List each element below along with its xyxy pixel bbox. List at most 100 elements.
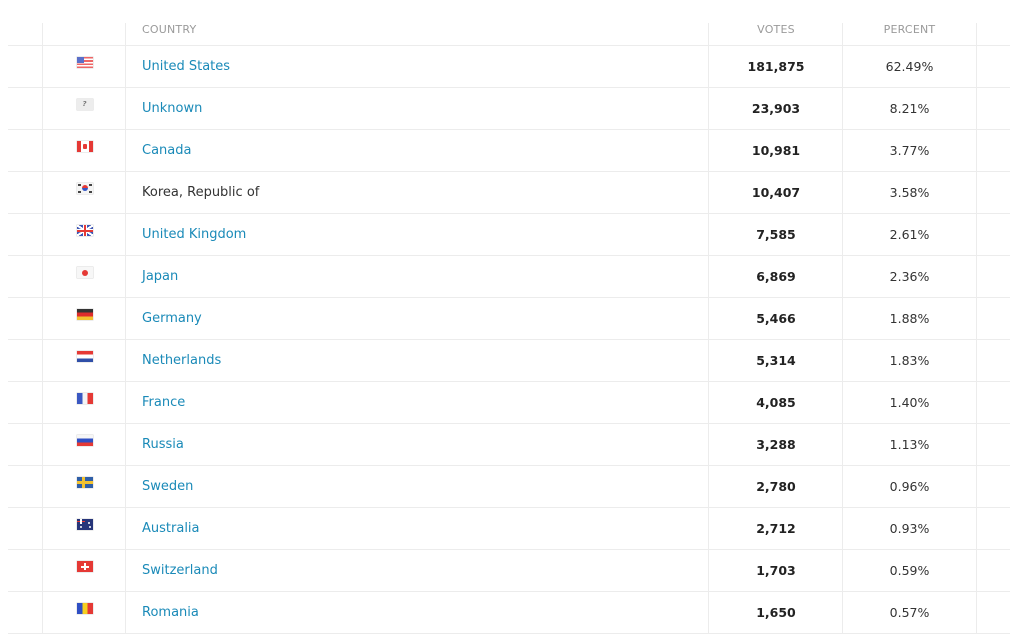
- row-blank-cell: [8, 256, 42, 297]
- country-cell: Switzerland: [125, 550, 708, 591]
- flag-cell: [42, 130, 126, 171]
- percent-cell: 0.93%: [842, 508, 977, 549]
- percent-value: 62.49%: [885, 59, 934, 74]
- country-link[interactable]: Canada: [142, 143, 191, 158]
- percent-cell: 1.88%: [842, 298, 977, 339]
- votes-cell: 1,650: [708, 592, 843, 633]
- country-link[interactable]: Netherlands: [142, 353, 221, 368]
- percent-cell: 2.36%: [842, 256, 977, 297]
- flag-cell: [42, 340, 126, 381]
- percent-cell: 0.96%: [842, 466, 977, 507]
- flag-cell: [42, 508, 126, 549]
- country-link[interactable]: Romania: [142, 605, 199, 620]
- flag-cell: [42, 46, 126, 87]
- table-row: Sweden 2,780 0.96%: [8, 466, 1010, 508]
- percent-cell: 8.21%: [842, 88, 977, 129]
- country-name: Korea, Republic of: [142, 185, 260, 200]
- country-cell: Australia: [125, 508, 708, 549]
- header-country[interactable]: COUNTRY: [125, 23, 708, 45]
- germany-flag-icon: [76, 309, 93, 320]
- canada-flag-icon: [76, 141, 93, 152]
- votes-cell: 2,780: [708, 466, 843, 507]
- votes-value: 10,407: [751, 185, 801, 200]
- country-link[interactable]: Japan: [142, 269, 178, 284]
- votes-cell: 1,703: [708, 550, 843, 591]
- flag-cell: [42, 424, 126, 465]
- percent-value: 2.36%: [889, 269, 930, 284]
- table-row: United States 181,875 62.49%: [8, 46, 1010, 88]
- country-link[interactable]: Sweden: [142, 479, 193, 494]
- country-cell: Germany: [125, 298, 708, 339]
- votes-value: 3,288: [756, 437, 796, 452]
- table-row: Germany 5,466 1.88%: [8, 298, 1010, 340]
- votes-value: 7,585: [756, 227, 796, 242]
- sweden-flag-icon: [76, 477, 93, 488]
- russia-flag-icon: [76, 435, 93, 446]
- france-flag-icon: [76, 393, 93, 404]
- country-link[interactable]: Unknown: [142, 101, 202, 116]
- netherlands-flag-icon: [76, 351, 93, 362]
- table-row: Switzerland 1,703 0.59%: [8, 550, 1010, 592]
- country-link[interactable]: Russia: [142, 437, 184, 452]
- flag-cell: [42, 382, 126, 423]
- header-votes[interactable]: VOTES: [708, 23, 843, 45]
- romania-flag-icon: [76, 603, 93, 614]
- table-row: United Kingdom 7,585 2.61%: [8, 214, 1010, 256]
- votes-value: 4,085: [756, 395, 796, 410]
- votes-value: 2,712: [756, 521, 796, 536]
- votes-value: 1,650: [756, 605, 796, 620]
- header-country-label: COUNTRY: [142, 23, 197, 36]
- percent-value: 1.88%: [889, 311, 930, 326]
- percent-cell: 1.40%: [842, 382, 977, 423]
- japan-flag-icon: [76, 267, 93, 278]
- percent-cell: 3.58%: [842, 172, 977, 213]
- percent-value: 0.93%: [889, 521, 930, 536]
- us-flag-icon: [76, 57, 93, 68]
- country-cell: United States: [125, 46, 708, 87]
- flag-cell: [42, 172, 126, 213]
- flag-cell: [42, 298, 126, 339]
- country-cell: Unknown: [125, 88, 708, 129]
- votes-cell: 7,585: [708, 214, 843, 255]
- country-votes-table: COUNTRY VOTES PERCENT United States 181,8…: [8, 23, 1010, 634]
- votes-value: 2,780: [756, 479, 796, 494]
- table-row: Romania 1,650 0.57%: [8, 592, 1010, 634]
- table-row: France 4,085 1.40%: [8, 382, 1010, 424]
- country-link[interactable]: United Kingdom: [142, 227, 246, 242]
- votes-cell: 2,712: [708, 508, 843, 549]
- votes-cell: 23,903: [708, 88, 843, 129]
- percent-cell: 1.13%: [842, 424, 977, 465]
- country-link[interactable]: Switzerland: [142, 563, 218, 578]
- australia-flag-icon: [76, 519, 93, 530]
- percent-cell: 2.61%: [842, 214, 977, 255]
- percent-value: 0.57%: [889, 605, 930, 620]
- row-blank-cell: [8, 424, 42, 465]
- row-blank-cell: [8, 382, 42, 423]
- flag-cell: ?: [42, 88, 126, 129]
- country-link[interactable]: Germany: [142, 311, 202, 326]
- votes-cell: 6,869: [708, 256, 843, 297]
- country-link[interactable]: United States: [142, 59, 230, 74]
- votes-value: 6,869: [756, 269, 796, 284]
- percent-cell: 3.77%: [842, 130, 977, 171]
- row-blank-cell: [8, 592, 42, 633]
- country-cell: United Kingdom: [125, 214, 708, 255]
- header-flag: [42, 23, 126, 45]
- country-link[interactable]: Australia: [142, 521, 200, 536]
- switzerland-flag-icon: [76, 561, 93, 572]
- header-percent[interactable]: PERCENT: [842, 23, 977, 45]
- percent-cell: 1.83%: [842, 340, 977, 381]
- table-row: Australia 2,712 0.93%: [8, 508, 1010, 550]
- percent-cell: 0.59%: [842, 550, 977, 591]
- row-blank-cell: [8, 172, 42, 213]
- table-header-row: COUNTRY VOTES PERCENT: [8, 23, 1010, 46]
- country-link[interactable]: France: [142, 395, 185, 410]
- percent-cell: 0.57%: [842, 592, 977, 633]
- percent-value: 0.96%: [889, 479, 930, 494]
- flag-cell: [42, 550, 126, 591]
- table-row: Canada 10,981 3.77%: [8, 130, 1010, 172]
- row-blank-cell: [8, 88, 42, 129]
- flag-cell: [42, 466, 126, 507]
- votes-value: 5,466: [756, 311, 796, 326]
- row-blank-cell: [8, 214, 42, 255]
